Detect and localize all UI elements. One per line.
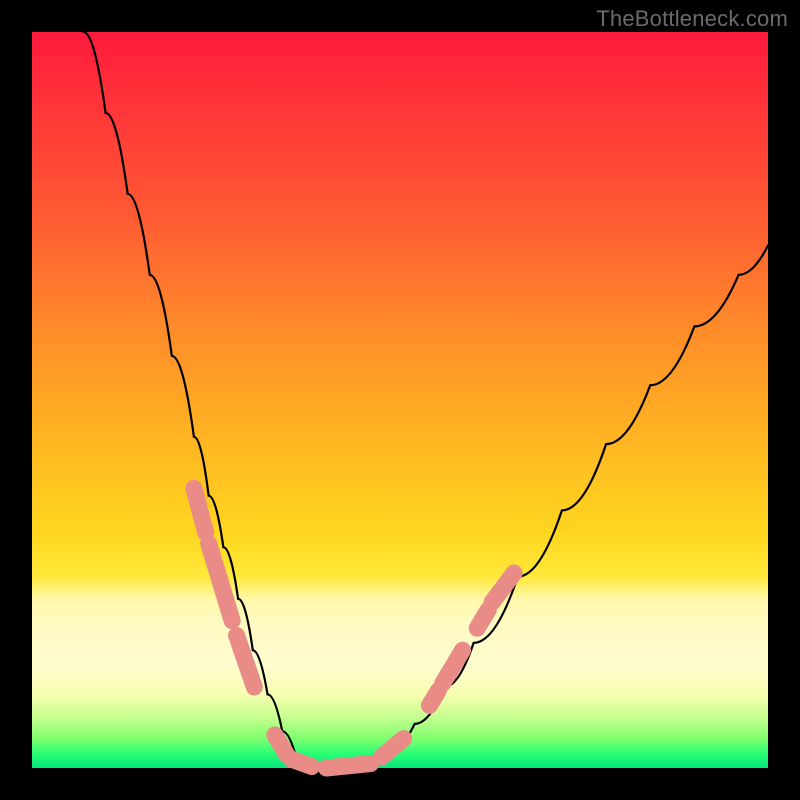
highlight-bead	[429, 691, 438, 706]
chart-frame: TheBottleneck.com	[0, 0, 800, 800]
highlight-bead	[382, 739, 404, 757]
highlight-bead	[194, 488, 206, 532]
plot-area	[32, 32, 768, 768]
highlight-bead	[477, 610, 488, 628]
chart-svg	[32, 32, 768, 768]
bottleneck-curve	[84, 32, 768, 768]
highlight-bead	[275, 735, 287, 755]
watermark-text: TheBottleneck.com	[596, 6, 788, 32]
highlight-bead	[326, 764, 370, 768]
highlight-bead	[291, 759, 312, 766]
highlight-bead	[443, 650, 463, 683]
highlight-beads	[194, 488, 514, 768]
